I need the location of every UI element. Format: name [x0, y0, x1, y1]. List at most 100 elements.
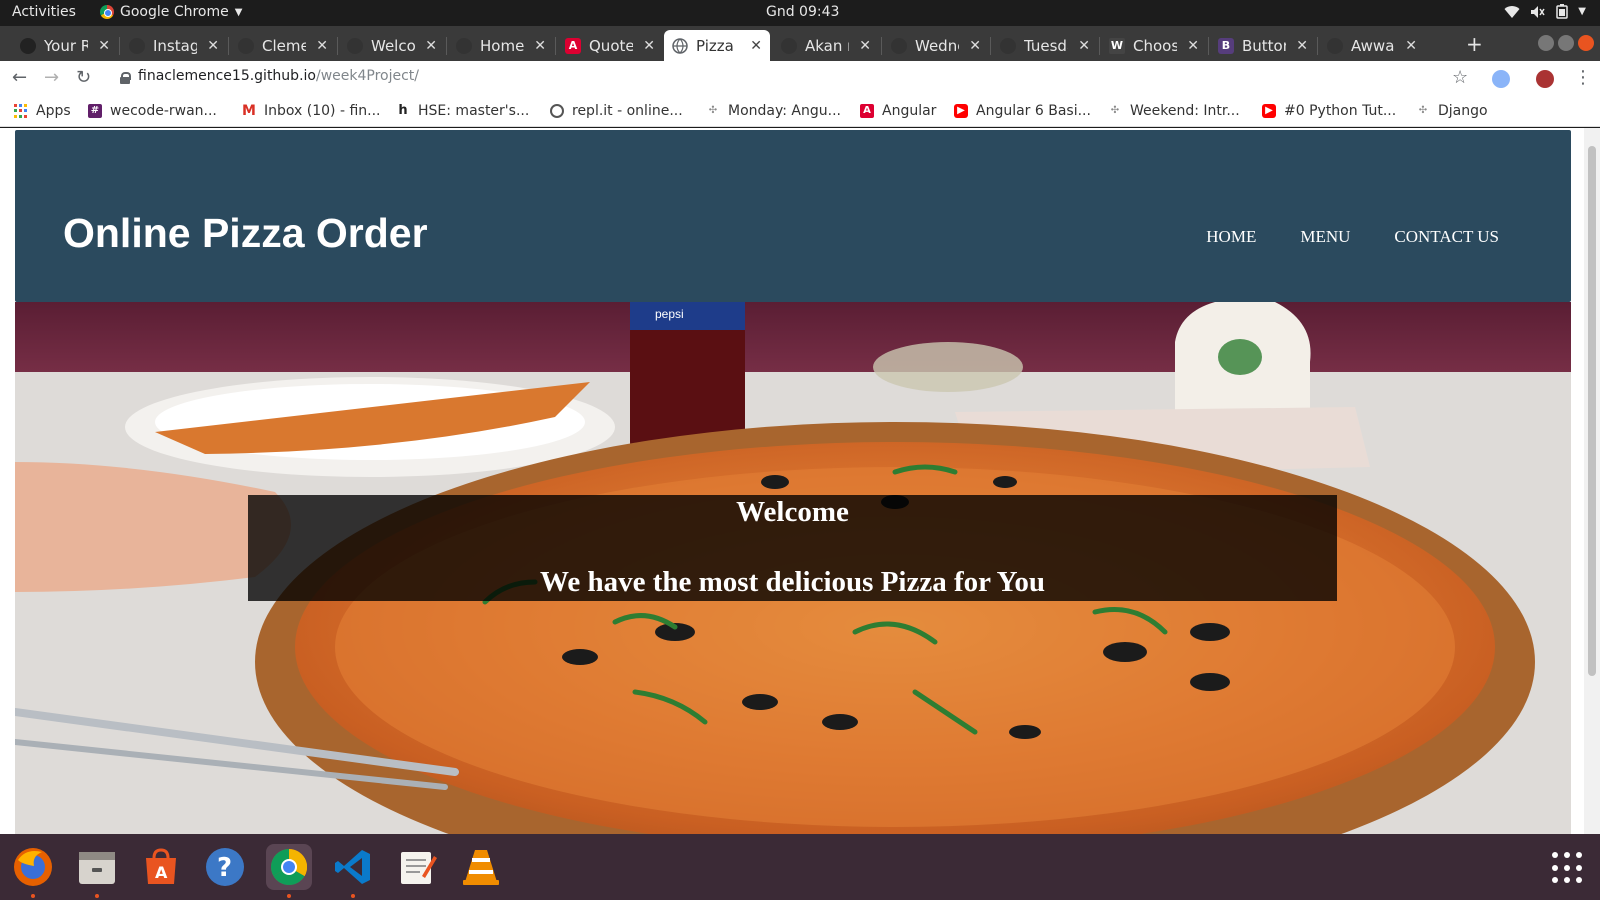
close-icon[interactable]: ✕	[643, 38, 655, 54]
tab[interactable]: Your R ✕	[12, 30, 118, 61]
profile-avatar[interactable]	[1536, 70, 1554, 88]
new-tab-button[interactable]: +	[1466, 32, 1483, 56]
address-bar[interactable]: finaclemence15.github.io /week4Project/	[120, 68, 419, 84]
minimize-button[interactable]	[1538, 35, 1554, 51]
page-icon	[456, 37, 472, 54]
nav-menu-link[interactable]: MENU	[1300, 227, 1350, 247]
nav-contact-link[interactable]: CONTACT US	[1394, 227, 1499, 247]
bookmark-apps[interactable]: Apps	[14, 103, 71, 119]
nav-home-link[interactable]: HOME	[1206, 227, 1256, 247]
tab-title: Awwar	[1351, 36, 1395, 55]
tab[interactable]: W Choos ✕	[1101, 30, 1207, 61]
help-icon[interactable]: ?	[202, 844, 248, 890]
tab-active[interactable]: Pizza ✕	[664, 30, 770, 61]
bookmarks-bar: Apps # wecode-rwan... M Inbox (10) - fin…	[0, 97, 1600, 127]
angular-icon: A	[860, 104, 874, 118]
bookmark-label: Weekend: Intr...	[1130, 103, 1240, 119]
tab[interactable]: B Button ✕	[1210, 30, 1316, 61]
page-icon	[1327, 37, 1343, 54]
tab[interactable]: Welco ✕	[339, 30, 445, 61]
vlc-icon[interactable]	[458, 844, 504, 890]
chrome-icon	[100, 5, 114, 19]
vscode-icon[interactable]	[330, 844, 376, 890]
firefox-icon[interactable]	[10, 844, 56, 890]
bookmark[interactable]: # wecode-rwan...	[88, 103, 217, 119]
bookmark[interactable]: ✣ Weekend: Intr...	[1108, 103, 1240, 119]
reload-button[interactable]: ↻	[76, 67, 91, 88]
close-icon[interactable]: ✕	[1296, 38, 1308, 54]
tab[interactable]: Clemen ✕	[230, 30, 336, 61]
volume-icon	[1531, 5, 1545, 18]
bookmark-label: Monday: Angu...	[728, 103, 841, 119]
close-icon[interactable]: ✕	[750, 38, 762, 54]
bookmark[interactable]: M Inbox (10) - fin...	[242, 103, 380, 119]
bookmark[interactable]: ▶ #0 Python Tut...	[1262, 103, 1396, 119]
system-tray[interactable]: ▼	[1504, 4, 1586, 19]
welcome-heading: Welcome	[736, 496, 849, 528]
bookmark[interactable]: ▶ Angular 6 Basi...	[954, 103, 1091, 119]
close-icon[interactable]: ✕	[1405, 38, 1417, 54]
welcome-tagline: We have the most delicious Pizza for You	[539, 566, 1046, 598]
github-icon	[20, 37, 36, 54]
scrollbar-thumb[interactable]	[1588, 146, 1596, 676]
bookmark-star-icon[interactable]: ☆	[1452, 67, 1468, 88]
bootstrap-icon: B	[1218, 37, 1234, 54]
wifi-icon	[1504, 5, 1520, 18]
close-icon[interactable]: ✕	[316, 38, 328, 54]
chrome-icon[interactable]	[266, 844, 312, 890]
gmail-icon: M	[242, 103, 256, 119]
menu-icon[interactable]: ⋮	[1574, 67, 1592, 88]
activities-button[interactable]: Activities	[12, 4, 76, 20]
app-menu[interactable]: Google Chrome ▼	[100, 4, 242, 20]
bookmark[interactable]: A Angular	[860, 103, 936, 119]
close-icon[interactable]: ✕	[1187, 38, 1199, 54]
close-icon[interactable]: ✕	[859, 38, 871, 54]
close-icon[interactable]: ✕	[207, 38, 219, 54]
tab[interactable]: A Quote ✕	[557, 30, 663, 61]
page-viewport[interactable]: Online Pizza Order HOME MENU CONTACT US	[0, 128, 1600, 834]
close-icon[interactable]: ✕	[98, 38, 110, 54]
tab[interactable]: Wedne ✕	[883, 30, 989, 61]
bookmark-label: Angular	[882, 103, 937, 119]
close-icon[interactable]: ✕	[1078, 38, 1090, 54]
page-icon	[238, 37, 254, 54]
moringa-icon: ✣	[1418, 105, 1428, 116]
extension-icon[interactable]	[1492, 70, 1510, 88]
page-scrollbar[interactable]	[1584, 128, 1600, 834]
globe-icon	[672, 37, 688, 54]
maximize-button[interactable]	[1558, 35, 1574, 51]
back-button[interactable]: ←	[12, 67, 27, 88]
youtube-icon: ▶	[954, 104, 968, 118]
bookmark[interactable]: h HSE: master's...	[396, 103, 529, 119]
tab[interactable]: Akan n ✕	[773, 30, 879, 61]
bookmark-label: #0 Python Tut...	[1284, 103, 1397, 119]
close-window-button[interactable]	[1578, 35, 1594, 51]
show-applications-icon[interactable]	[1552, 852, 1584, 884]
moringa-icon: ✣	[1110, 105, 1120, 116]
software-center-icon[interactable]: A	[138, 844, 184, 890]
tab-title: Home	[480, 36, 524, 55]
site-nav: HOME MENU CONTACT US	[1206, 227, 1499, 247]
tab[interactable]: Instagr ✕	[121, 30, 227, 61]
apps-icon	[14, 104, 28, 118]
dock: A ?	[0, 834, 1600, 900]
bookmark[interactable]: repl.it - online...	[550, 103, 683, 119]
bookmark[interactable]: ✣ Monday: Angu...	[706, 103, 841, 119]
forward-button[interactable]: →	[44, 67, 59, 88]
close-icon[interactable]: ✕	[969, 38, 981, 54]
tab-title: Wedne	[915, 36, 959, 55]
tab[interactable]: Awwar ✕	[1319, 30, 1425, 61]
clock[interactable]: Gnd 09:43	[766, 4, 839, 20]
files-icon[interactable]	[74, 844, 120, 890]
tab[interactable]: Tuesda ✕	[992, 30, 1098, 61]
bookmark[interactable]: ✣ Django	[1416, 103, 1488, 119]
welcome-overlay: Welcome We have the most delicious Pizza…	[248, 495, 1337, 601]
close-icon[interactable]: ✕	[425, 38, 437, 54]
tab-title: Welco	[371, 36, 415, 55]
tab[interactable]: Home ✕	[448, 30, 554, 61]
browser-toolbar: ← → ↻ finaclemence15.github.io /week4Pro…	[0, 61, 1600, 97]
tab-strip: Your R ✕ Instagr ✕ Clemen ✕ Welco ✕ Home ✕ A …	[0, 26, 1600, 61]
lock-icon	[120, 71, 131, 84]
text-editor-icon[interactable]	[394, 844, 440, 890]
close-icon[interactable]: ✕	[534, 38, 546, 54]
